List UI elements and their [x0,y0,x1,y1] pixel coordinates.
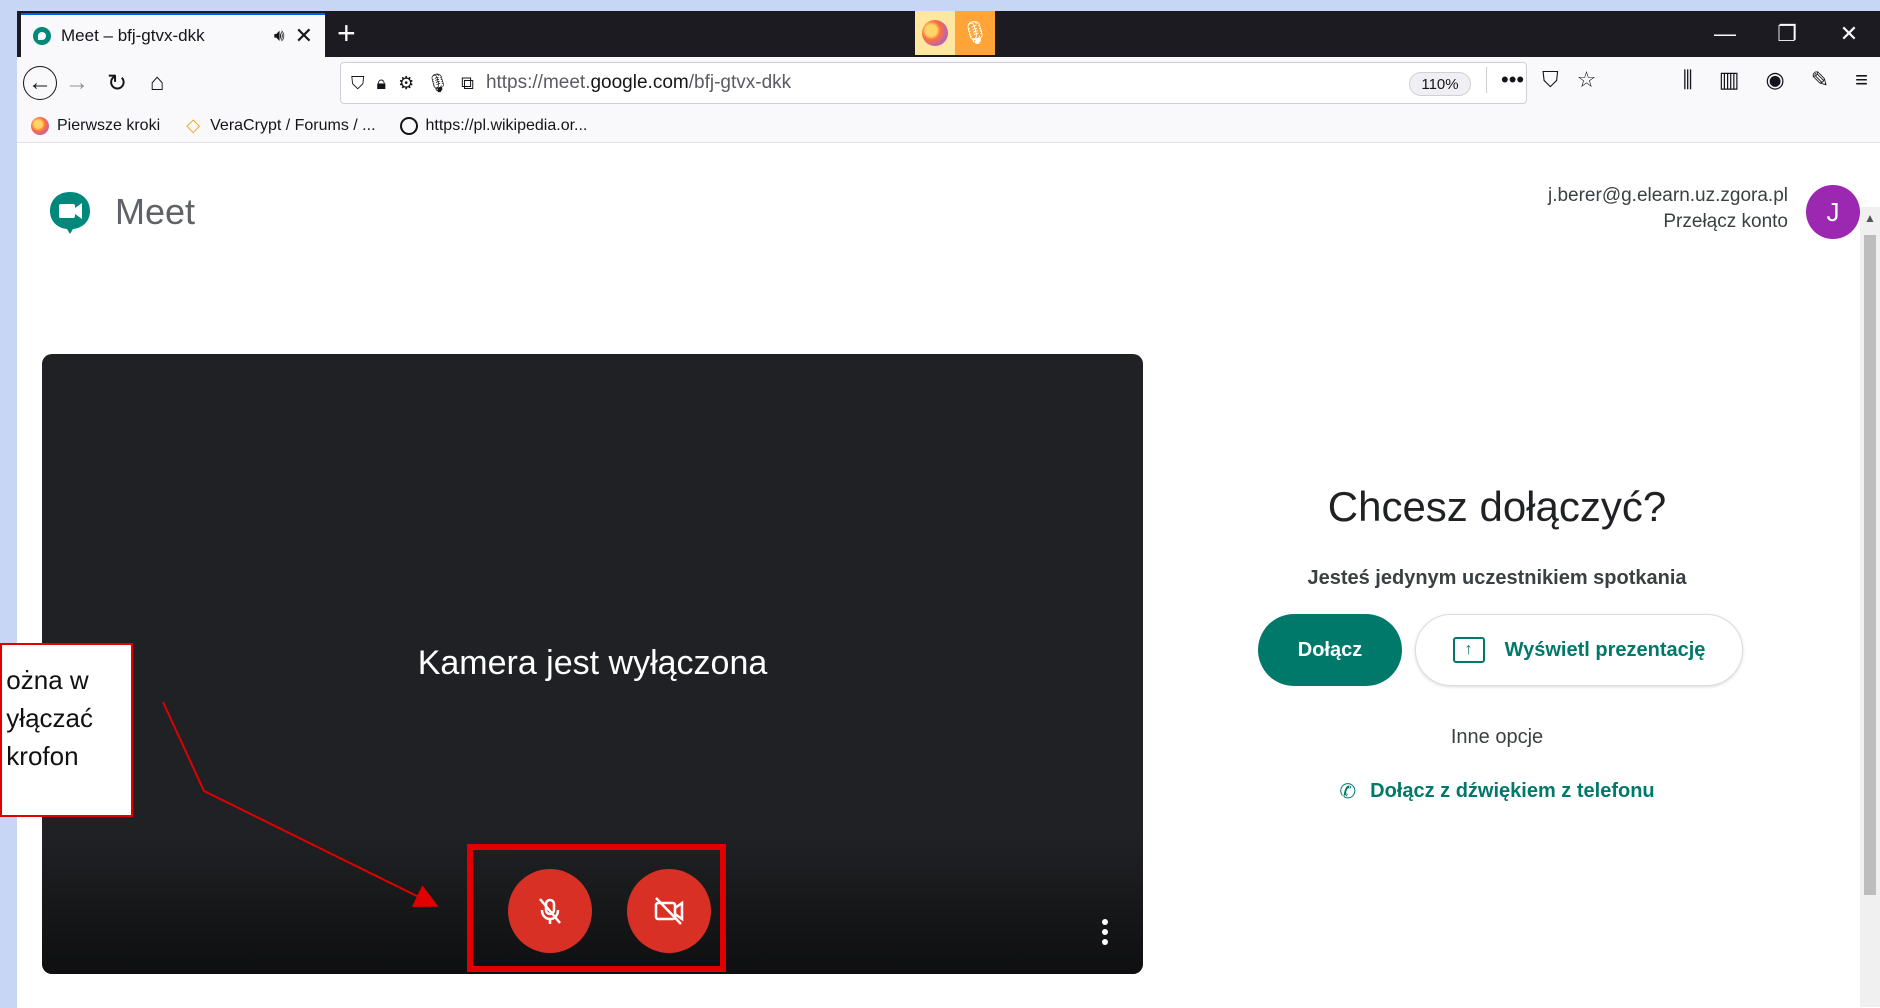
library-icon[interactable]: ⫼ [1683,67,1693,93]
speaker-icon[interactable]: 🔊︎ [274,26,285,46]
meet-favicon-icon [33,27,51,45]
pocket-icon[interactable]: ⛉ [1542,67,1559,93]
meet-page: Meet j.berer@g.elearn.uz.zgora.pl Przełą… [17,143,1880,1008]
camera-off-message: Kamera jest wyłączona [417,644,768,682]
microphone-permission-icon[interactable]: 🎙︎ [426,73,449,94]
globe-icon [399,116,418,135]
phone-icon: ✆ [1339,781,1357,803]
shield-icon[interactable]: ⛉ [351,73,365,94]
menu-icon[interactable]: ≡ [1855,67,1868,93]
present-button-label: Wyświetl prezentację [1504,638,1706,661]
veracrypt-icon: ◇ [186,115,201,135]
phone-audio-link[interactable]: ✆ Dołącz z dźwiękiem z telefonu [1237,779,1757,804]
switch-account-link[interactable]: Przełącz konto [1548,209,1788,235]
tab-title: Meet – bfj-gtvx-dkk [61,26,205,45]
navigation-bar: ← → ↻ ⌂ ⛉ 🔒︎ ⚙︎ 🎙︎ ⧉ https://meet.google… [17,57,1880,109]
annotation-text: ożna w yłączać krofon [6,665,93,771]
bookmarks-bar: Pierwsze kroki ◇ VeraCrypt / Forums / ..… [17,109,1880,143]
phone-audio-label: Dołącz z dźwiękiem z telefonu [1370,780,1655,802]
present-screen-icon: ↑ [1452,637,1485,663]
bookmark-label: https://pl.wikipedia.or... [425,116,588,134]
join-heading: Chcesz dołączyć? [1327,483,1667,530]
scrollbar-thumb[interactable] [1864,235,1876,895]
bookmark-wikipedia[interactable]: https://pl.wikipedia.or... [399,116,588,135]
more-options-icon[interactable] [1102,919,1108,945]
scroll-up-icon[interactable]: ▲ [1864,211,1876,225]
meet-logo[interactable]: Meet [47,189,195,235]
tab-strip: Meet – bfj-gtvx-dkk 🔊︎ ✕ + 🎙︎ — ❐ ✕ [17,11,1880,57]
firefox-icon [31,116,49,135]
new-tab-button[interactable]: + [337,15,356,52]
page-scrollbar[interactable]: ▲ [1860,207,1880,1007]
eyedropper-icon[interactable]: ✎ [1811,67,1829,93]
forward-button[interactable]: → [57,63,97,103]
microphone-icon: 🎙︎ [955,11,995,55]
join-subheading: Jesteś jedynym uczestnikiem spotkania [1307,567,1687,589]
zoom-indicator[interactable]: 110% [1409,72,1471,96]
star-icon[interactable]: ☆ [1577,67,1597,93]
join-button[interactable]: Dołącz [1258,614,1402,686]
browser-window: Meet – bfj-gtvx-dkk 🔊︎ ✕ + 🎙︎ — ❐ ✕ ← → … [17,11,1880,1008]
back-button[interactable]: ← [23,66,57,100]
close-window-button[interactable]: ✕ [1818,11,1880,57]
present-button[interactable]: ↑ Wyświetl prezentację [1415,614,1743,686]
minimize-button[interactable]: — [1694,11,1756,57]
annotation-highlight-box [467,844,726,972]
tab-close-icon[interactable]: ✕ [295,23,313,49]
sidebar-icon[interactable]: ▥ [1719,67,1740,93]
bookmark-pierwsze-kroki[interactable]: Pierwsze kroki [31,116,161,135]
home-button[interactable]: ⌂ [137,63,177,103]
reload-button[interactable]: ↻ [97,63,137,103]
lock-icon[interactable]: 🔒︎ [377,73,387,94]
url-text[interactable]: https://meet.google.com/bfj-gtvx-dkk [486,72,791,94]
screen-share-permission-icon[interactable]: ⧉ [461,73,474,94]
sharing-indicator[interactable]: 🎙︎ [915,11,995,55]
bookmark-label: VeraCrypt / Forums / ... [210,116,376,134]
bookmark-veracrypt[interactable]: ◇ VeraCrypt / Forums / ... [184,115,376,135]
firefox-icon [915,11,955,55]
account-email: j.berer@g.elearn.uz.zgora.pl [1547,185,1788,206]
address-bar[interactable]: ⛉ 🔒︎ ⚙︎ 🎙︎ ⧉ https://meet.google.com/bfj… [340,62,1596,104]
window-controls: — ❐ ✕ [1694,11,1880,57]
other-options-label: Inne opcje [1450,726,1544,748]
tab-meet[interactable]: Meet – bfj-gtvx-dkk 🔊︎ ✕ [21,13,325,57]
meet-logo-text: Meet [115,191,196,232]
bookmark-label: Pierwsze kroki [57,116,161,134]
account-icon[interactable]: ◉ [1766,67,1785,93]
toolbar-right: ⫼ ▥ ◉ ✎ ≡ [1683,67,1868,93]
page-actions: ••• ⛉ ☆ [1486,67,1596,93]
account-info: j.berer@g.elearn.uz.zgora.pl Przełącz ko… [1548,183,1788,235]
permissions-icon[interactable]: ⚙︎ [398,73,414,94]
restore-button[interactable]: ❐ [1756,11,1818,57]
page-actions-menu-button[interactable]: ••• [1501,67,1524,93]
annotation-callout: ożna w yłączać krofon [0,643,133,817]
avatar[interactable]: J [1806,185,1860,239]
meet-logo-icon [50,192,90,234]
join-panel: Chcesz dołączyć? Jesteś jedynym uczestni… [1237,483,1757,804]
